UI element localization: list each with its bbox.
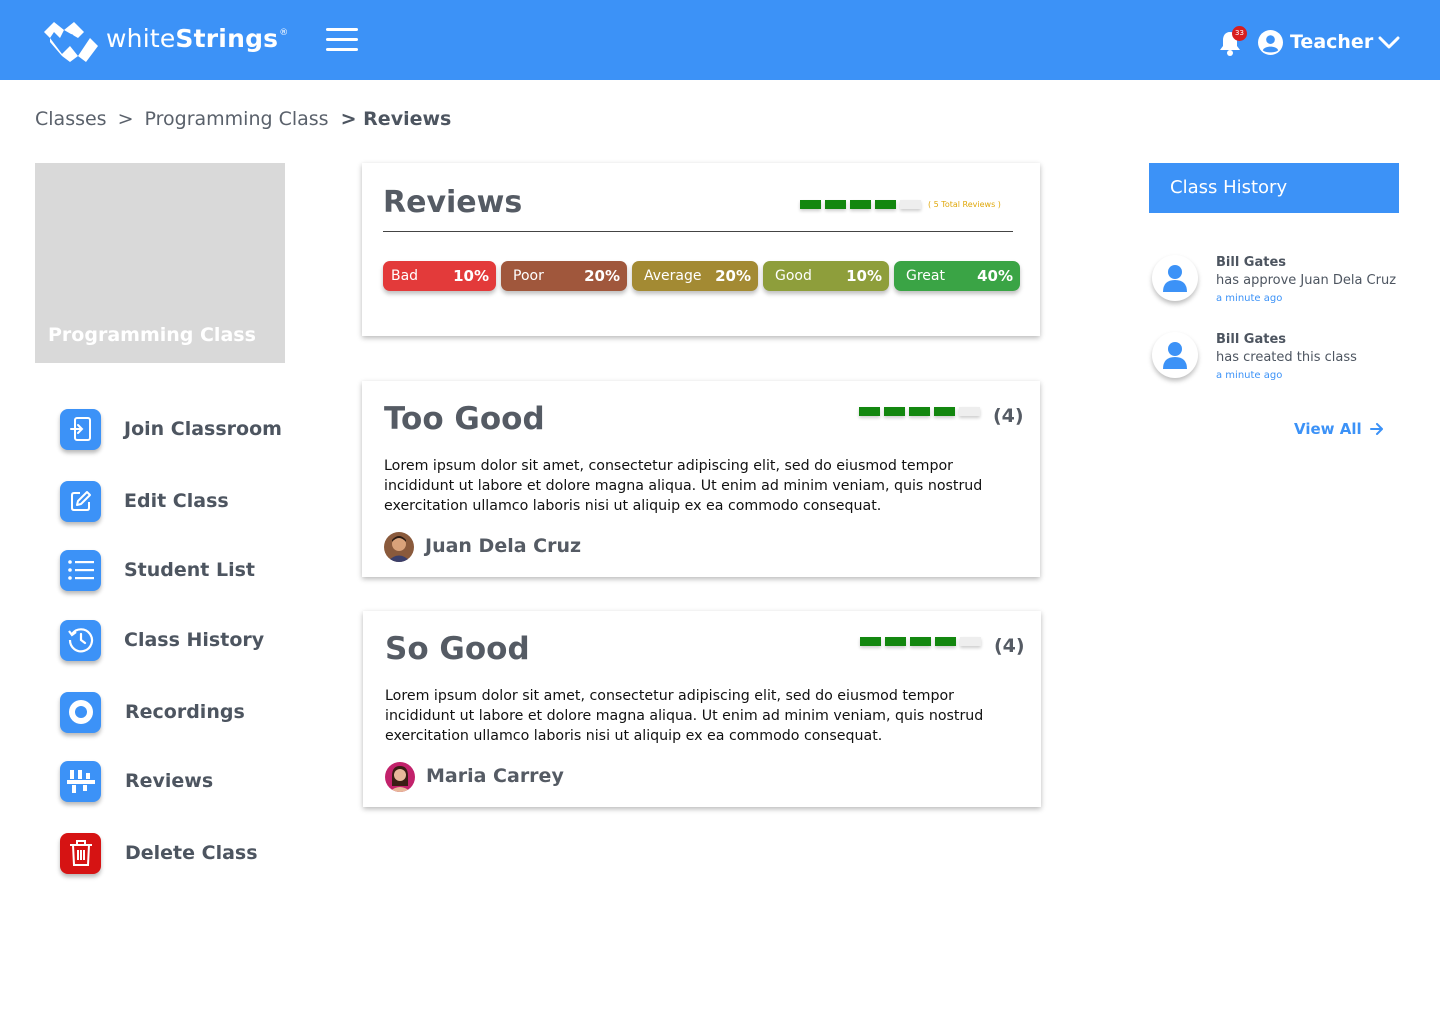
avatar[interactable] [384, 532, 414, 562]
rating-segment-filled [850, 200, 871, 209]
review-body: Lorem ipsum dolor sit amet, consectetur … [385, 688, 984, 744]
rating-segment-empty [900, 200, 921, 209]
notification-badge: 33 [1232, 26, 1247, 41]
view-all-label: View All [1294, 420, 1362, 438]
rating-filter-percent: 10% [453, 267, 489, 285]
rating-segment-empty [959, 407, 980, 416]
list-icon [60, 549, 101, 591]
rating-filter-great[interactable]: Great 40% [894, 261, 1020, 291]
rating-segment-filled [800, 200, 821, 209]
history-user: Bill Gates [1216, 332, 1287, 347]
rating-bar [859, 407, 984, 416]
menu-icon[interactable] [326, 28, 358, 52]
sidebar-item-label: Recordings [125, 701, 245, 723]
review-count: (4) [993, 405, 1024, 427]
sidebar-item-student-list[interactable]: Student List [60, 549, 255, 591]
user-name[interactable]: Teacher [1290, 31, 1373, 53]
rating-segment-filled [860, 637, 881, 646]
sidebar-item-label: Delete Class [125, 842, 258, 864]
rating-filter-poor[interactable]: Poor 20% [501, 261, 627, 291]
reviews-summary-card: Reviews ( 5 Total Reviews ) Bad 10% Poor… [362, 163, 1040, 336]
sidebar-item-reviews[interactable]: Reviews [60, 760, 213, 802]
divider [383, 231, 1013, 232]
record-icon [60, 691, 101, 733]
rating-filter-label: Bad [391, 268, 419, 284]
history-time: a minute ago [1216, 293, 1283, 304]
review-title: So Good [385, 631, 530, 667]
top-navbar: whiteStrings® 33 Teacher [0, 0, 1440, 80]
rating-bar [800, 200, 925, 209]
rating-filter-label: Great [906, 268, 945, 284]
breadcrumb: Classes > Programming Class > Reviews [35, 108, 451, 130]
rating-segment-filled [825, 200, 846, 209]
chevron-down-icon[interactable] [1378, 36, 1400, 50]
review-count: (4) [994, 635, 1025, 657]
review-body: Lorem ipsum dolor sit amet, consectetur … [384, 458, 983, 514]
user-circle-icon[interactable] [1258, 30, 1283, 55]
sidebar-item-class-history[interactable]: Class History [60, 619, 264, 661]
sidebar-item-label: Reviews [125, 770, 214, 792]
class-title: Programming Class [48, 324, 256, 346]
rating-segment-filled [935, 637, 956, 646]
login-icon [60, 408, 101, 450]
history-item: Bill Gates has created this class a minu… [1152, 332, 1412, 392]
review-card: Too Good (4) Lorem ipsum dolor sit amet,… [362, 381, 1040, 577]
review-title: Too Good [384, 401, 545, 437]
history-time: a minute ago [1216, 370, 1283, 381]
class-history-header: Class History [1149, 163, 1399, 213]
rating-segment-filled [884, 407, 905, 416]
sidebar-item-label: Class History [124, 629, 265, 651]
rating-segment-filled [859, 407, 880, 416]
history-action: has approve Juan Dela Cruz [1216, 273, 1397, 288]
logo-icon[interactable] [40, 16, 102, 66]
rating-filter-good[interactable]: Good 10% [763, 261, 889, 291]
sidebar-item-delete-class[interactable]: Delete Class [60, 832, 258, 874]
rating-segment-filled [885, 637, 906, 646]
sidebar-item-edit-class[interactable]: Edit Class [60, 480, 229, 522]
arrow-right-icon [1369, 423, 1383, 435]
history-action: has created this class [1216, 350, 1357, 365]
history-icon [60, 619, 101, 661]
review-author[interactable]: Juan Dela Cruz [425, 535, 581, 557]
breadcrumb-separator: > [117, 108, 134, 130]
review-card: So Good (4) Lorem ipsum dolor sit amet, … [363, 611, 1041, 807]
rating-filter-bad[interactable]: Bad 10% [383, 261, 496, 291]
edit-icon [60, 480, 101, 522]
user-icon [1152, 332, 1198, 378]
rating-filter-percent: 10% [846, 267, 882, 285]
rating-filter-average[interactable]: Average 20% [632, 261, 758, 291]
rating-bar [860, 637, 985, 646]
brand-name[interactable]: whiteStrings® [106, 24, 288, 53]
reviews-title: Reviews [383, 185, 523, 220]
review-author[interactable]: Maria Carrey [426, 765, 564, 787]
rating-filter-label: Good [775, 268, 812, 284]
avatar[interactable] [385, 762, 415, 792]
user-icon [1152, 255, 1198, 301]
rating-segment-empty [960, 637, 981, 646]
sidebar-item-join-classroom[interactable]: Join Classroom [60, 408, 282, 450]
rating-filter-label: Poor [513, 268, 544, 284]
rating-filter-percent: 20% [584, 267, 620, 285]
breadcrumb-current: > Reviews [340, 108, 452, 130]
rating-segment-filled [910, 637, 931, 646]
sidebar-item-label: Student List [124, 559, 256, 581]
history-user: Bill Gates [1216, 255, 1287, 270]
breadcrumb-programming-class[interactable]: Programming Class [145, 108, 329, 130]
sidebar-item-recordings[interactable]: Recordings [60, 691, 245, 733]
view-all-link[interactable]: View All [1294, 420, 1384, 438]
class-cover: Programming Class [35, 163, 285, 363]
rating-filter-label: Average [644, 268, 702, 284]
sidebar-item-label: Join Classroom [124, 418, 282, 440]
reviews-icon [60, 760, 101, 802]
trash-icon [60, 832, 101, 874]
rating-segment-filled [909, 407, 930, 416]
rating-segment-filled [875, 200, 896, 209]
total-reviews-text: ( 5 Total Reviews ) [928, 200, 1001, 209]
rating-segment-filled [934, 407, 955, 416]
sidebar-item-label: Edit Class [124, 490, 229, 512]
history-item: Bill Gates has approve Juan Dela Cruz a … [1152, 255, 1412, 315]
rating-filter-percent: 40% [977, 267, 1013, 285]
breadcrumb-classes[interactable]: Classes [35, 108, 107, 130]
rating-filter-percent: 20% [715, 267, 751, 285]
